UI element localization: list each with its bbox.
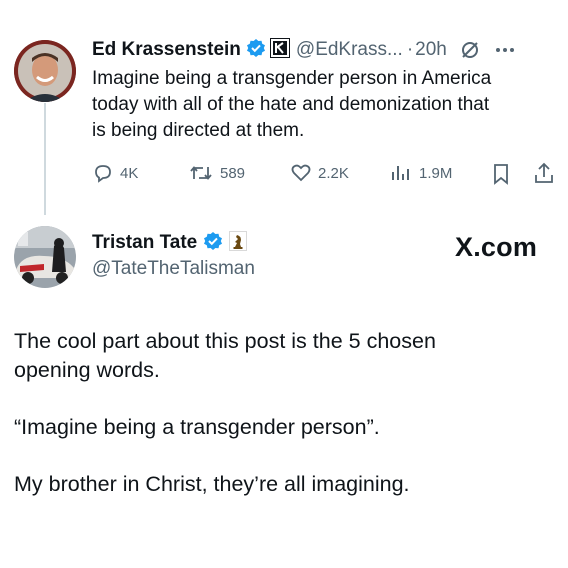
- chess-piece-icon[interactable]: [229, 230, 248, 256]
- verified-badge-icon: [203, 231, 223, 256]
- reply-closing: My brother in Christ, they’re all imagin…: [14, 472, 410, 496]
- repost-icon: [190, 166, 212, 180]
- tweet-time[interactable]: 20h: [415, 39, 447, 61]
- reply-body: The cool part about this post is the 5 c…: [14, 327, 554, 499]
- ed-display-name[interactable]: Ed Krassenstein: [92, 39, 241, 61]
- tristan-display-name[interactable]: Tristan Tate: [92, 232, 197, 254]
- reply-text-line: The cool part about this post is the 5 c…: [14, 329, 436, 353]
- reply-icon: [95, 165, 111, 183]
- repost-button[interactable]: 589: [188, 162, 245, 184]
- ed-avatar[interactable]: [14, 40, 76, 102]
- tweet-header: Ed Krassenstein @EdKrass... · 20h: [92, 37, 515, 63]
- reply-quote: “Imagine being a transgender person”.: [14, 415, 380, 439]
- reply-header: Tristan Tate: [92, 230, 248, 256]
- affiliate-k-icon[interactable]: [269, 37, 290, 63]
- reply-button[interactable]: 4K: [92, 162, 138, 184]
- tristan-handle[interactable]: @TateTheTalisman: [92, 258, 255, 280]
- tweet-text-line: is being directed at them.: [92, 120, 305, 141]
- like-count: 2.2K: [318, 164, 349, 182]
- reply-text-line: opening words.: [14, 358, 160, 382]
- tweet-text: Imagine being a transgender person in Am…: [92, 66, 562, 144]
- share-button[interactable]: [533, 161, 555, 190]
- grok-icon[interactable]: [459, 39, 481, 61]
- tristan-avatar[interactable]: [14, 226, 76, 288]
- tweet-text-line: Imagine being a transgender person in Am…: [92, 68, 492, 89]
- separator-dot: ·: [406, 39, 414, 60]
- x-com-watermark: X.com: [455, 232, 538, 262]
- ed-handle[interactable]: @EdKrass...: [296, 39, 403, 61]
- bookmark-icon: [494, 164, 508, 185]
- verified-badge-icon: [246, 38, 266, 63]
- views-icon: [392, 166, 409, 180]
- share-icon: [535, 162, 553, 183]
- like-icon: [291, 164, 311, 182]
- like-button[interactable]: 2.2K: [290, 162, 349, 184]
- repost-count: 589: [220, 164, 246, 182]
- views-count: 1.9M: [419, 164, 453, 182]
- thread-line: [44, 103, 46, 215]
- views-button[interactable]: 1.9M: [389, 162, 452, 184]
- reply-count: 4K: [120, 164, 139, 182]
- more-icon[interactable]: [495, 47, 515, 53]
- tweet-text-line: today with all of the hate and demonizat…: [92, 94, 490, 115]
- bookmark-button[interactable]: [490, 162, 512, 191]
